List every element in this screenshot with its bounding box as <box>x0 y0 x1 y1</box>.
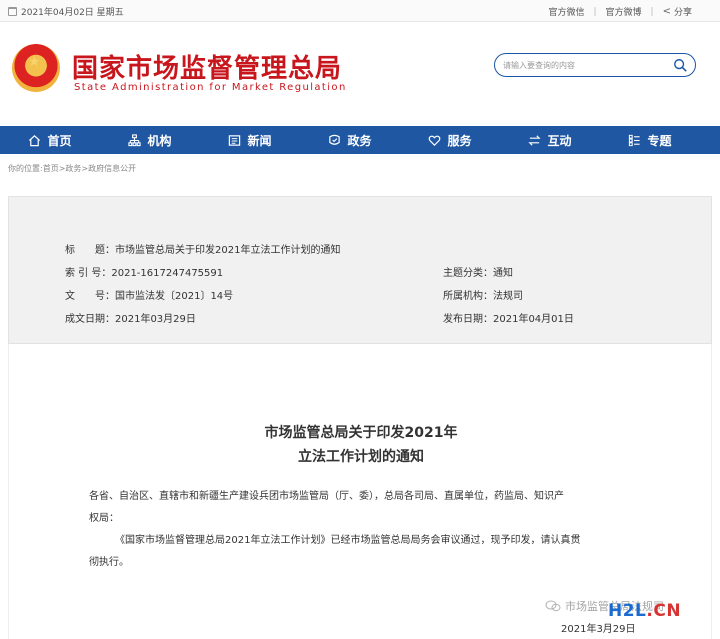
meta-index-label: 索 引 号： <box>65 268 112 279</box>
nav-label: 互动 <box>547 133 572 148</box>
topics-icon <box>629 134 641 146</box>
meta-index-value: 2021-1617247475591 <box>111 268 224 279</box>
breadcrumb[interactable]: 你的位置:首页>政务>政府信息公开 <box>8 163 136 174</box>
meta-title-row: 标 题：市场监管总局关于印发2021年立法工作计划的通知 <box>65 241 340 256</box>
meta-written-row: 成文日期：2021年03月29日 <box>65 310 196 325</box>
nav-item-service[interactable]: 服务 <box>400 126 500 154</box>
meta-published-label: 发布日期： <box>443 314 493 325</box>
h2l-watermark: H2L.CN <box>608 601 681 621</box>
org-icon <box>128 133 142 146</box>
addressee-line1: 各省、自治区、直辖市和新疆生产建设兵团市场监管局（厅、委），总局各司局、直属单位… <box>89 491 564 502</box>
meta-written-value: 2021年03月29日 <box>115 314 196 325</box>
date-text: 2021年04月02日 星期五 <box>21 8 124 18</box>
nav-label: 政务 <box>347 133 372 148</box>
home-icon <box>29 134 41 146</box>
nav-item-org[interactable]: 机构 <box>100 126 200 154</box>
government-icon <box>329 134 341 145</box>
national-emblem-icon <box>12 44 60 92</box>
document-content: 市场监管总局关于印发2021年 立法工作计划的通知 各省、自治区、直辖市和新疆生… <box>8 344 712 639</box>
meta-category-value: 通知 <box>493 268 513 279</box>
nav-label: 首页 <box>47 133 72 148</box>
search-icon[interactable] <box>673 58 687 72</box>
nav-label: 服务 <box>447 133 472 148</box>
top-bar: 2021年04月02日 星期五 官方微信 | 官方微博 | < 分享 <box>0 0 720 22</box>
share-icon[interactable]: < <box>663 6 671 17</box>
heart-icon <box>429 135 441 146</box>
addressee-line2: 权局： <box>89 513 119 524</box>
meta-index-row: 索 引 号：2021-1617247475591 <box>65 264 223 279</box>
meta-published-value: 2021年04月01日 <box>493 314 574 325</box>
nav-item-home[interactable]: 首页 <box>0 126 100 154</box>
nav-item-government[interactable]: 政务 <box>300 126 400 154</box>
news-icon <box>229 134 241 146</box>
meta-org-label: 所属机构： <box>443 291 493 302</box>
exchange-icon <box>528 134 542 146</box>
meta-category-row: 主题分类：通知 <box>443 264 513 279</box>
weibo-link[interactable]: 官方微博 <box>606 5 642 18</box>
nav-label: 新闻 <box>247 133 272 148</box>
search-input[interactable] <box>503 58 663 72</box>
document-meta-panel: 标 题：市场监管总局关于印发2021年立法工作计划的通知 索 引 号：2021-… <box>8 196 712 344</box>
divider: | <box>650 6 654 17</box>
document-title-line2: 立法工作计划的通知 <box>298 449 424 465</box>
document-title-line1: 市场监管总局关于印发2021年 <box>264 425 458 441</box>
calendar-icon <box>8 7 17 16</box>
meta-org-value: 法规司 <box>493 291 523 302</box>
site-subtitle: State Administration for Market Regulati… <box>74 82 347 93</box>
nav-label: 机构 <box>147 133 172 148</box>
share-link[interactable]: 分享 <box>674 5 692 18</box>
meta-published-row: 发布日期：2021年04月01日 <box>443 310 574 325</box>
divider: | <box>593 6 597 17</box>
body-line1: 《国家市场监督管理总局2021年立法工作计划》已经市场监管总局局务会审议通过，现… <box>115 535 581 546</box>
wechat-link[interactable]: 官方微信 <box>548 5 584 18</box>
nav-label: 专题 <box>647 133 672 148</box>
site-header: 国家市场监督管理总局 State Administration for Mark… <box>0 22 720 126</box>
watermark-part1: H2L <box>608 601 647 621</box>
meta-title-value: 市场监管总局关于印发2021年立法工作计划的通知 <box>115 245 341 256</box>
main-nav: 首页 机构 新闻 政务 服务 互动 专题 <box>0 126 720 154</box>
site-title[interactable]: 国家市场监督管理总局 <box>72 48 342 85</box>
top-links: 官方微信 | 官方微博 | < 分享 <box>548 5 692 18</box>
nav-item-topics[interactable]: 专题 <box>600 126 700 154</box>
meta-docno-value: 国市监法发〔2021〕14号 <box>115 291 234 302</box>
nav-item-interaction[interactable]: 互动 <box>500 126 600 154</box>
meta-written-label: 成文日期： <box>65 314 115 325</box>
nav-item-news[interactable]: 新闻 <box>200 126 300 154</box>
meta-docno-label: 文 号： <box>65 291 115 302</box>
watermark-part2: .CN <box>646 601 682 621</box>
body-line2: 彻执行。 <box>89 557 129 568</box>
search-box <box>494 53 696 77</box>
meta-title-label: 标 题： <box>65 245 115 256</box>
wechat-icon <box>545 600 561 612</box>
meta-org-row: 所属机构：法规司 <box>443 287 523 302</box>
meta-category-label: 主题分类： <box>443 268 493 279</box>
meta-docno-row: 文 号：国市监法发〔2021〕14号 <box>65 287 233 302</box>
signature-date: 2021年3月29日 <box>561 624 636 635</box>
current-date: 2021年04月02日 星期五 <box>8 5 124 18</box>
